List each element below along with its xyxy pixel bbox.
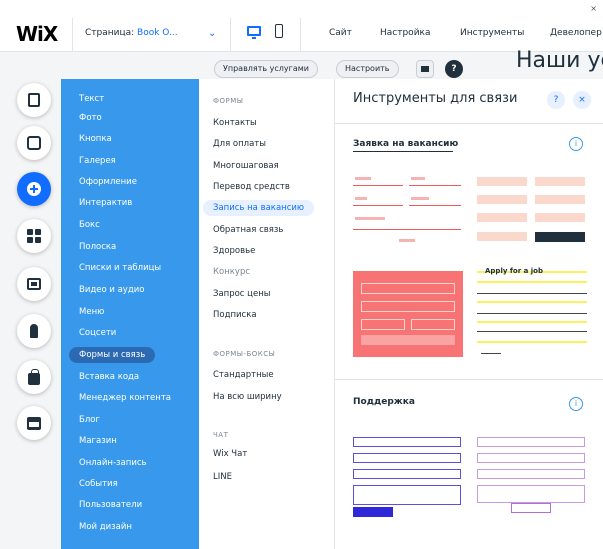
thumbnail-support-form-2[interactable] <box>477 437 587 517</box>
close-icon[interactable]: × <box>573 91 591 109</box>
category-decor[interactable]: Оформление <box>79 174 137 190</box>
section-header-chat: ЧАТ <box>213 431 229 439</box>
category-gallery[interactable]: Галерея <box>79 153 116 169</box>
add-elements-button[interactable] <box>17 172 51 206</box>
close-icon[interactable]: × <box>590 4 597 13</box>
thumbnail-job-form-2[interactable] <box>477 177 587 247</box>
layout-icon[interactable] <box>416 60 434 78</box>
section-header-forms: ФОРМЫ <box>213 97 244 105</box>
subcategory-contest[interactable]: Конкурс <box>213 264 250 280</box>
category-bookings[interactable]: Онлайн-запись <box>79 455 147 471</box>
category-photo[interactable]: Фото <box>79 110 102 126</box>
category-forms[interactable]: Формы и связь <box>69 347 156 363</box>
mobile-view-icon[interactable] <box>275 24 283 38</box>
plus-icon <box>27 182 41 196</box>
store-button[interactable] <box>17 360 51 394</box>
category-text[interactable]: Текст <box>79 91 104 107</box>
subcategory-quote[interactable]: Запрос цены <box>213 286 270 302</box>
subcategory-full-width[interactable]: На всю ширину <box>213 389 282 405</box>
category-cms[interactable]: Менеджер контента <box>79 390 171 406</box>
category-embed[interactable]: Вставка кода <box>79 369 139 385</box>
section-underline <box>353 151 453 152</box>
subcategory-job-application[interactable]: Запись на вакансию <box>203 200 315 216</box>
category-interactive[interactable]: Интерактив <box>79 195 132 211</box>
subcategory-wix-chat[interactable]: Wix Чат <box>213 446 247 462</box>
section-title-job-application: Заявка на вакансию <box>353 139 459 149</box>
background-button[interactable] <box>17 126 51 160</box>
bookings-button[interactable] <box>17 406 51 440</box>
category-members[interactable]: Пользователи <box>79 497 142 513</box>
divider <box>72 18 73 52</box>
section-header-form-boxes: ФОРМЫ-БОКСЫ <box>213 350 276 358</box>
category-store[interactable]: Магазин <box>79 433 117 449</box>
subcategory-payment[interactable]: Для оплаты <box>213 136 266 152</box>
desktop-view-icon[interactable] <box>247 26 261 39</box>
top-bar: WiX Страница: Book O... ⌄ Сайт Настройка… <box>0 0 603 52</box>
canvas-heading: Наши ус <box>516 48 603 73</box>
category-lists[interactable]: Списки и таблицы <box>79 260 161 276</box>
shopping-bag-icon <box>28 368 40 385</box>
subcategory-multistep[interactable]: Многошаговая <box>213 158 279 174</box>
section-title-support: Поддержка <box>353 397 415 407</box>
calendar-icon <box>27 416 41 430</box>
subcategories-panel: ФОРМЫ Контакты Для оплаты Многошаговая П… <box>199 79 335 549</box>
content-panel: Инструменты для связи ? × Заявка на вака… <box>335 79 603 549</box>
thumbnail-job-form-4[interactable]: Apply for a job <box>477 267 587 357</box>
subcategory-subscribe[interactable]: Подписка <box>213 307 257 323</box>
divider <box>300 18 301 52</box>
media-icon <box>27 278 41 290</box>
page-label: Страница: <box>85 28 135 38</box>
category-blog[interactable]: Блог <box>79 412 100 428</box>
category-video[interactable]: Видео и аудио <box>79 282 144 298</box>
subcategory-health[interactable]: Здоровье <box>213 243 255 259</box>
category-my-design[interactable]: Мой дизайн <box>79 519 132 535</box>
menu-developer[interactable]: Девелопер <box>550 28 602 38</box>
thumbnail-job-form-3[interactable] <box>353 271 463 357</box>
category-menu[interactable]: Меню <box>79 304 104 320</box>
apps-icon <box>27 229 41 243</box>
pen-icon <box>30 324 38 338</box>
category-social[interactable]: Соцсети <box>79 325 116 341</box>
background-icon <box>27 136 41 150</box>
pages-button[interactable] <box>17 83 51 117</box>
panel-title: Инструменты для связи <box>353 91 518 106</box>
menu-settings[interactable]: Настройка <box>380 28 431 38</box>
apps-button[interactable] <box>17 219 51 253</box>
subcategory-line[interactable]: LINE <box>213 469 232 485</box>
chevron-down-icon[interactable]: ⌄ <box>208 28 216 39</box>
subcategory-transfer[interactable]: Перевод средств <box>213 179 290 195</box>
info-icon[interactable]: i <box>569 137 583 151</box>
category-events[interactable]: События <box>79 476 118 492</box>
manage-services-button[interactable]: Управлять услугами <box>214 60 318 78</box>
category-box[interactable]: Бокс <box>79 217 100 233</box>
info-icon[interactable]: i <box>569 397 583 411</box>
thumbnail-support-form-1[interactable] <box>353 437 463 517</box>
media-button[interactable] <box>17 267 51 301</box>
menu-site[interactable]: Сайт <box>329 28 352 38</box>
wix-logo[interactable]: WiX <box>16 22 58 46</box>
thumbnail-job-form-1[interactable] <box>353 177 463 247</box>
header-divider <box>335 123 603 124</box>
page-name: Book O... <box>137 28 178 38</box>
subcategory-feedback[interactable]: Обратная связь <box>213 222 283 238</box>
page-selector[interactable]: Страница: Book O... <box>85 28 178 38</box>
add-categories-panel: Текст Фото Кнопка Галерея Оформление Инт… <box>61 79 199 549</box>
category-button[interactable]: Кнопка <box>79 131 112 147</box>
category-strip[interactable]: Полоска <box>79 239 116 255</box>
thumbnail-apply-title: Apply for a job <box>485 267 543 275</box>
divider <box>230 18 231 52</box>
help-icon[interactable]: ? <box>445 60 463 78</box>
subcategory-standard[interactable]: Стандартные <box>213 367 274 383</box>
settings-button[interactable]: Настроить <box>336 60 399 78</box>
subcategory-contacts[interactable]: Контакты <box>213 115 257 131</box>
menu-tools[interactable]: Инструменты <box>460 28 524 38</box>
blog-button[interactable] <box>17 314 51 348</box>
help-icon[interactable]: ? <box>547 91 565 109</box>
pages-icon <box>28 93 40 107</box>
section-divider <box>335 379 603 380</box>
